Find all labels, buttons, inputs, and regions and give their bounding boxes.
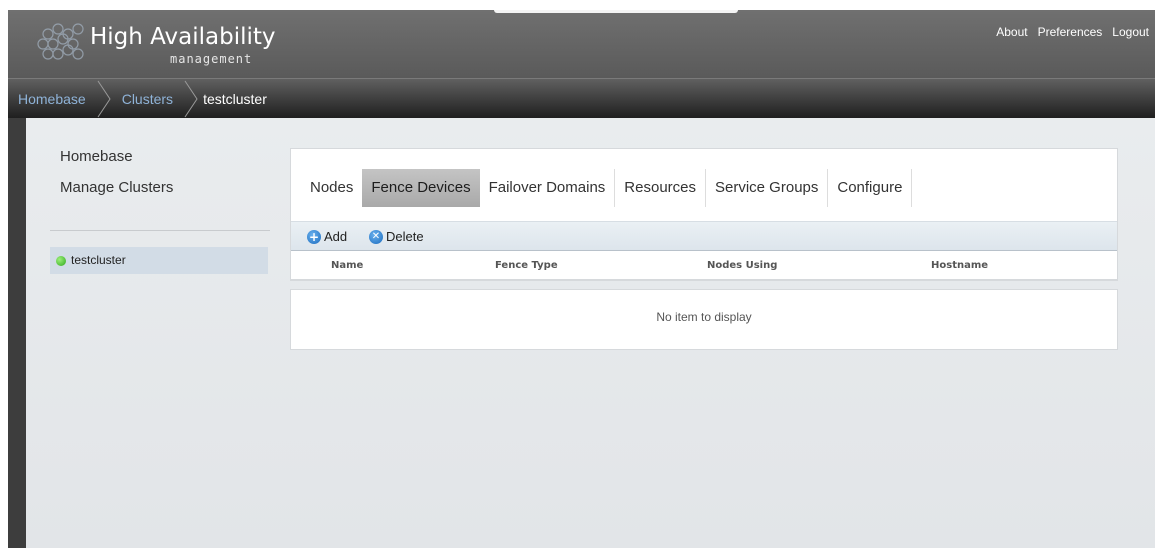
x-circle-icon: ✕ (369, 229, 383, 244)
tab-failover-domains[interactable]: Failover Domains (480, 169, 616, 207)
tab-configure[interactable]: Configure (828, 169, 913, 207)
top-header: High Availability management About Prefe… (8, 10, 1155, 78)
top-notch-decoration (494, 10, 738, 13)
sidebar-link-manage-clusters[interactable]: Manage Clusters (60, 179, 173, 196)
app-window: High Availability management About Prefe… (8, 10, 1155, 548)
tab-bar: Nodes Fence Devices Failover Domains Res… (301, 169, 913, 207)
breadcrumb: Homebase Clusters testcluster (8, 78, 1155, 118)
logo-title: High Availability (90, 24, 276, 50)
breadcrumb-current: testcluster (203, 91, 267, 107)
column-header-hostname[interactable]: Hostname (931, 260, 988, 271)
cluster-name: testcluster (71, 253, 126, 267)
column-header-nodes-using[interactable]: Nodes Using (707, 260, 777, 271)
tab-fence-devices[interactable]: Fence Devices (362, 169, 480, 207)
preferences-link[interactable]: Preferences (1038, 25, 1103, 39)
delete-button-label: Delete (386, 229, 424, 244)
breadcrumb-chevron-icon (97, 80, 111, 118)
about-link[interactable]: About (996, 25, 1027, 39)
delete-button[interactable]: ✕ Delete (369, 229, 424, 244)
column-header-name[interactable]: Name (331, 260, 363, 271)
table-body: No item to display (290, 289, 1118, 350)
column-header-fence-type[interactable]: Fence Type (495, 260, 558, 271)
content-area: Homebase Manage Clusters testcluster Nod… (26, 118, 1155, 548)
tab-service-groups[interactable]: Service Groups (706, 169, 829, 207)
add-button-label: Add (324, 229, 348, 244)
sidebar-divider (50, 230, 270, 231)
sidebar-link-homebase[interactable]: Homebase (60, 148, 133, 165)
top-links: About Preferences Logout (996, 25, 1149, 39)
status-online-icon (56, 256, 66, 266)
tab-resources[interactable]: Resources (615, 169, 706, 207)
empty-message: No item to display (656, 310, 752, 324)
table-header: Name Fence Type Nodes Using Hostname (291, 253, 1117, 280)
tab-nodes[interactable]: Nodes (301, 169, 362, 207)
plus-circle-icon: + (307, 229, 321, 244)
toolbar: + Add ✕ Delete (291, 221, 1117, 251)
breadcrumb-chevron-icon (184, 80, 198, 118)
logo-hexagon-icon (37, 23, 84, 60)
breadcrumb-clusters[interactable]: Clusters (112, 79, 183, 119)
fence-devices-panel: Nodes Fence Devices Failover Domains Res… (290, 148, 1118, 281)
sidebar-item-testcluster[interactable]: testcluster (50, 247, 268, 274)
breadcrumb-homebase[interactable]: Homebase (8, 79, 96, 119)
add-button[interactable]: + Add (307, 229, 347, 244)
logo-subtitle: management (170, 52, 253, 66)
logo: High Availability management (36, 16, 306, 72)
sidebar: Homebase Manage Clusters testcluster (26, 118, 286, 548)
logout-link[interactable]: Logout (1112, 25, 1149, 39)
